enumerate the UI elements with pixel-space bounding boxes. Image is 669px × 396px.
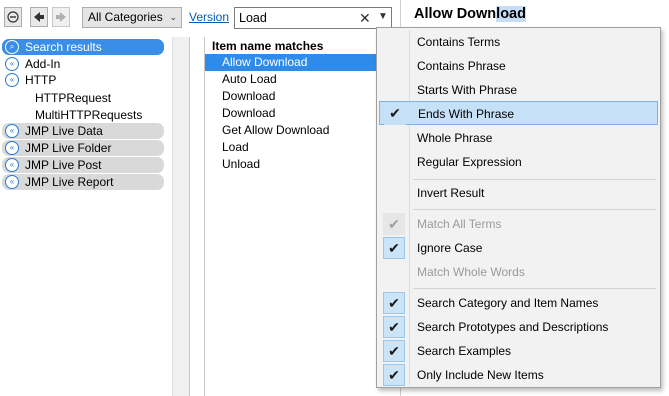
list-item[interactable]: Auto Load [205,71,379,88]
search-input-value: Load [239,11,267,25]
checkmark-icon: ✔ [384,103,406,125]
tree-item-jmp-live-post[interactable]: « JMP Live Post [2,157,164,173]
list-item[interactable]: Download [205,105,379,122]
tree-item-httprequest[interactable]: HTTPRequest [12,90,164,106]
tree-item-multihttprequests[interactable]: MultiHTTPRequests [12,107,164,123]
search-options-dropdown-icon[interactable]: ▼ [378,11,388,22]
chevron-down-icon: ⌄ [169,12,177,22]
checkmark-icon: ✔ [383,213,405,235]
tree-item-jmp-live-report[interactable]: « JMP Live Report [2,174,164,190]
menu-item-search-prototypes[interactable]: ✔ Search Prototypes and Descriptions [379,315,658,339]
menu-item-contains-phrase[interactable]: Contains Phrase [379,54,658,78]
checkmark-icon: ✔ [383,292,405,314]
arrow-right-icon [56,12,66,22]
menu-item-search-examples[interactable]: ✔ Search Examples [379,339,658,363]
menu-item-invert-result[interactable]: Invert Result [379,181,658,205]
collapse-button[interactable] [4,7,22,27]
list-item[interactable]: Load [205,139,379,156]
clear-icon[interactable]: ✕ [359,10,371,27]
search-options-menu: Contains Terms Contains Phrase Starts Wi… [376,27,661,388]
menu-separator [413,288,656,289]
arrow-left-icon [34,12,44,22]
list-item[interactable]: Unload [205,156,379,173]
results-list: Item name matches Allow Download Auto Lo… [204,37,379,396]
menu-item-contains-terms[interactable]: Contains Terms [379,30,658,54]
doc-title-match: load [496,6,526,22]
tree-item-add-in[interactable]: « Add-In [2,56,164,72]
tree-scrollbar[interactable] [172,37,189,396]
category-tree: ⌕ Search results « Add-In « HTTP HTTPReq… [0,37,190,396]
menu-item-starts-with-phrase[interactable]: Starts With Phrase [379,78,658,102]
checkmark-icon: ✔ [383,237,405,259]
menu-item-regular-expression[interactable]: Regular Expression [379,150,658,174]
tree-item-jmp-live-data[interactable]: « JMP Live Data [2,123,164,139]
menu-separator [413,209,656,210]
expand-icon: « [5,175,19,189]
menu-item-match-all-terms: ✔ Match All Terms [379,212,658,236]
list-header: Item name matches [212,39,324,53]
doc-title: Allow Download [414,6,526,22]
expand-icon: « [5,158,19,172]
menu-item-ignore-case[interactable]: ✔ Ignore Case [379,236,658,260]
list-item[interactable]: Allow Download [205,54,379,71]
expand-icon: « [5,141,19,155]
menu-item-whole-phrase[interactable]: Whole Phrase [379,126,658,150]
list-item[interactable]: Download [205,88,379,105]
tree-item-http[interactable]: « HTTP [2,72,164,88]
expand-icon: « [5,57,19,71]
checkmark-icon: ✔ [383,340,405,362]
category-select[interactable]: All Categories ⌄ [82,7,182,28]
menu-item-match-whole-words: Match Whole Words [417,265,525,279]
menu-item-only-new-items[interactable]: ✔ Only Include New Items [379,363,658,387]
checkmark-icon: ✔ [383,364,405,386]
list-item[interactable]: Get Allow Download [205,122,379,139]
version-link[interactable]: Version [189,10,229,24]
collapse-icon [7,11,19,23]
menu-item-search-category-names[interactable]: ✔ Search Category and Item Names [379,291,658,315]
search-input[interactable]: Load ✕ ▼ [234,7,392,29]
search-icon: ⌕ [5,40,19,54]
tree-item-jmp-live-folder[interactable]: « JMP Live Folder [2,140,164,156]
back-button[interactable] [30,7,48,27]
category-select-value: All Categories [88,10,163,24]
expand-icon: « [5,124,19,138]
checkmark-icon: ✔ [383,316,405,338]
menu-item-ends-with-phrase[interactable]: ✔ Ends With Phrase [379,101,658,125]
forward-button[interactable] [52,7,70,27]
expand-icon: « [5,73,19,87]
menu-separator [413,179,656,180]
tree-item-search-results[interactable]: ⌕ Search results [2,39,164,55]
